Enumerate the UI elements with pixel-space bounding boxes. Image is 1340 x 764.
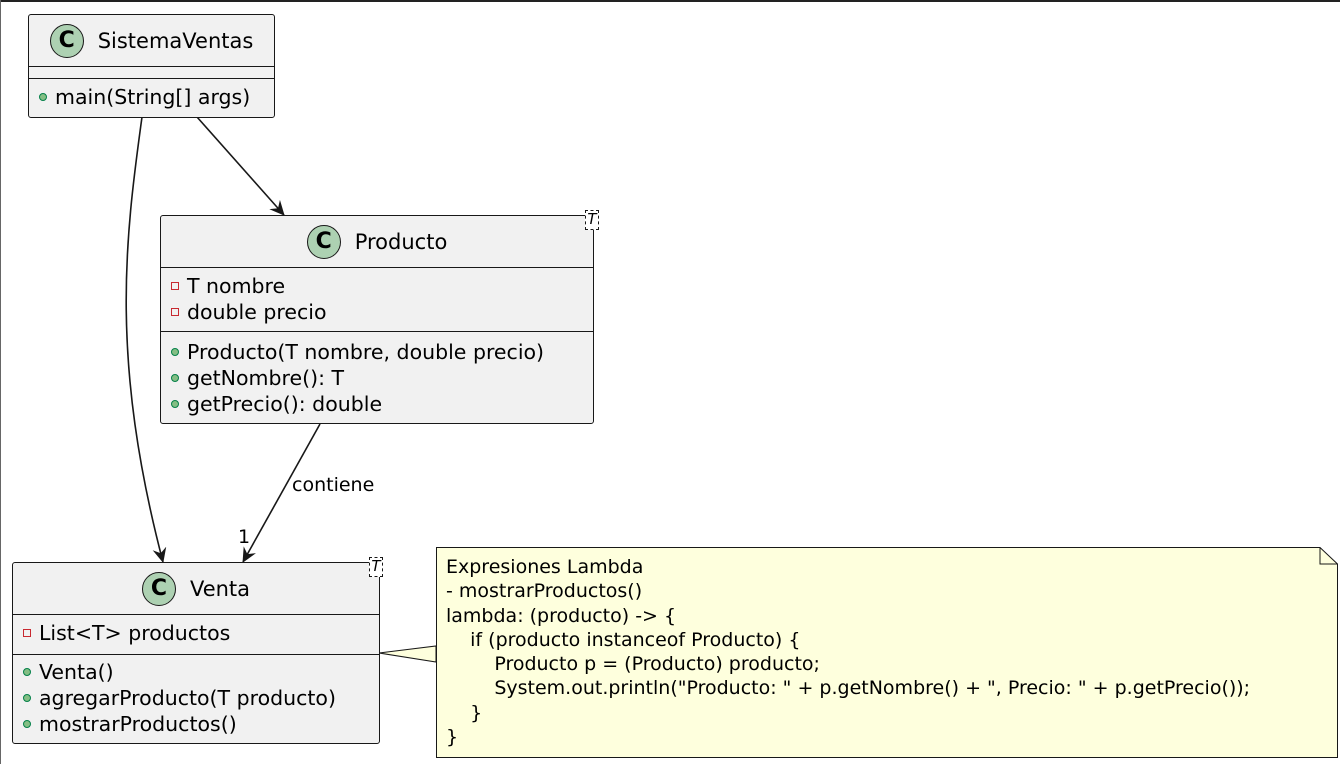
type-parameter-venta: T xyxy=(369,557,383,577)
edge-multiplicity: 1 xyxy=(238,526,251,548)
public-icon xyxy=(23,668,31,676)
class-sistemaventas: C SistemaVentas main(String[] args) xyxy=(28,14,275,118)
private-icon xyxy=(23,629,31,637)
note-line: } xyxy=(446,726,459,749)
class-producto: C Producto T nombre double precio Produc… xyxy=(160,215,594,424)
public-icon xyxy=(23,694,31,702)
field-text: double precio xyxy=(187,300,327,324)
method-text: main(String[] args) xyxy=(55,85,251,109)
fields-section: T nombre double precio xyxy=(161,268,593,332)
method-text: Producto(T nombre, double precio) xyxy=(187,340,545,364)
field-text: List<T> productos xyxy=(39,621,231,645)
public-icon xyxy=(39,93,47,101)
note-line: Producto p = (Producto) producto; xyxy=(446,653,820,676)
public-icon xyxy=(171,400,179,408)
public-icon xyxy=(171,348,179,356)
class-c-icon: C xyxy=(49,23,84,58)
edge-label-contiene: contiene xyxy=(292,474,375,496)
method-row: Venta() xyxy=(23,659,379,685)
class-header: C SistemaVentas xyxy=(29,15,274,67)
class-name: SistemaVentas xyxy=(97,28,254,53)
method-row: agregarProducto(T producto) xyxy=(23,685,379,711)
note-expresiones-lambda: Expresiones Lambda - mostrarProductos() la… xyxy=(436,547,1338,758)
edge-sistemaventas-producto xyxy=(196,116,285,216)
methods-section: Venta() agregarProducto(T producto) most… xyxy=(13,655,379,741)
methods-section: main(String[] args) xyxy=(29,79,274,114)
method-row: getNombre(): T xyxy=(171,365,593,391)
method-row: mostrarProductos() xyxy=(23,711,379,737)
method-text: agregarProducto(T producto) xyxy=(39,686,336,710)
method-text: mostrarProductos() xyxy=(39,712,237,736)
private-icon xyxy=(171,308,179,316)
field-row: List<T> productos xyxy=(23,620,379,646)
note-line: System.out.println("Producto: " + p.getN… xyxy=(446,677,1251,700)
note-line: lambda: (producto) -> { xyxy=(446,604,677,627)
fields-section: List<T> productos xyxy=(13,615,379,655)
method-text: getNombre(): T xyxy=(187,366,345,390)
type-parameter-producto: T xyxy=(585,210,599,230)
methods-section: Producto(T nombre, double precio) getNom… xyxy=(161,332,593,421)
method-row: Producto(T nombre, double precio) xyxy=(171,339,593,365)
private-icon xyxy=(171,282,179,290)
note-line: } xyxy=(446,701,483,724)
class-header: C Producto xyxy=(161,216,593,268)
field-text: T nombre xyxy=(187,274,286,298)
edge-sistemaventas-venta xyxy=(125,116,167,563)
note-line: Expresiones Lambda xyxy=(446,556,644,578)
method-text: Venta() xyxy=(39,660,114,684)
field-row: double precio xyxy=(171,299,593,325)
note-line: if (producto instanceof Producto) { xyxy=(446,628,801,651)
field-row: T nombre xyxy=(171,273,593,299)
public-icon xyxy=(171,374,179,382)
fields-section xyxy=(29,67,274,79)
method-row: getPrecio(): double xyxy=(171,391,593,417)
note-line: - mostrarProductos() xyxy=(446,580,643,603)
note-text: Expresiones Lambda - mostrarProductos() la… xyxy=(446,555,1250,749)
method-text: getPrecio(): double xyxy=(187,392,383,416)
class-header: C Venta xyxy=(13,563,379,615)
note-connector xyxy=(378,645,437,663)
class-c-icon: C xyxy=(141,571,176,606)
class-name: Producto xyxy=(354,229,448,254)
class-c-icon: C xyxy=(306,224,341,259)
public-icon xyxy=(23,720,31,728)
method-row: main(String[] args) xyxy=(39,84,274,110)
class-venta: C Venta List<T> productos Venta() agrega… xyxy=(12,562,380,744)
class-name: Venta xyxy=(189,576,251,601)
